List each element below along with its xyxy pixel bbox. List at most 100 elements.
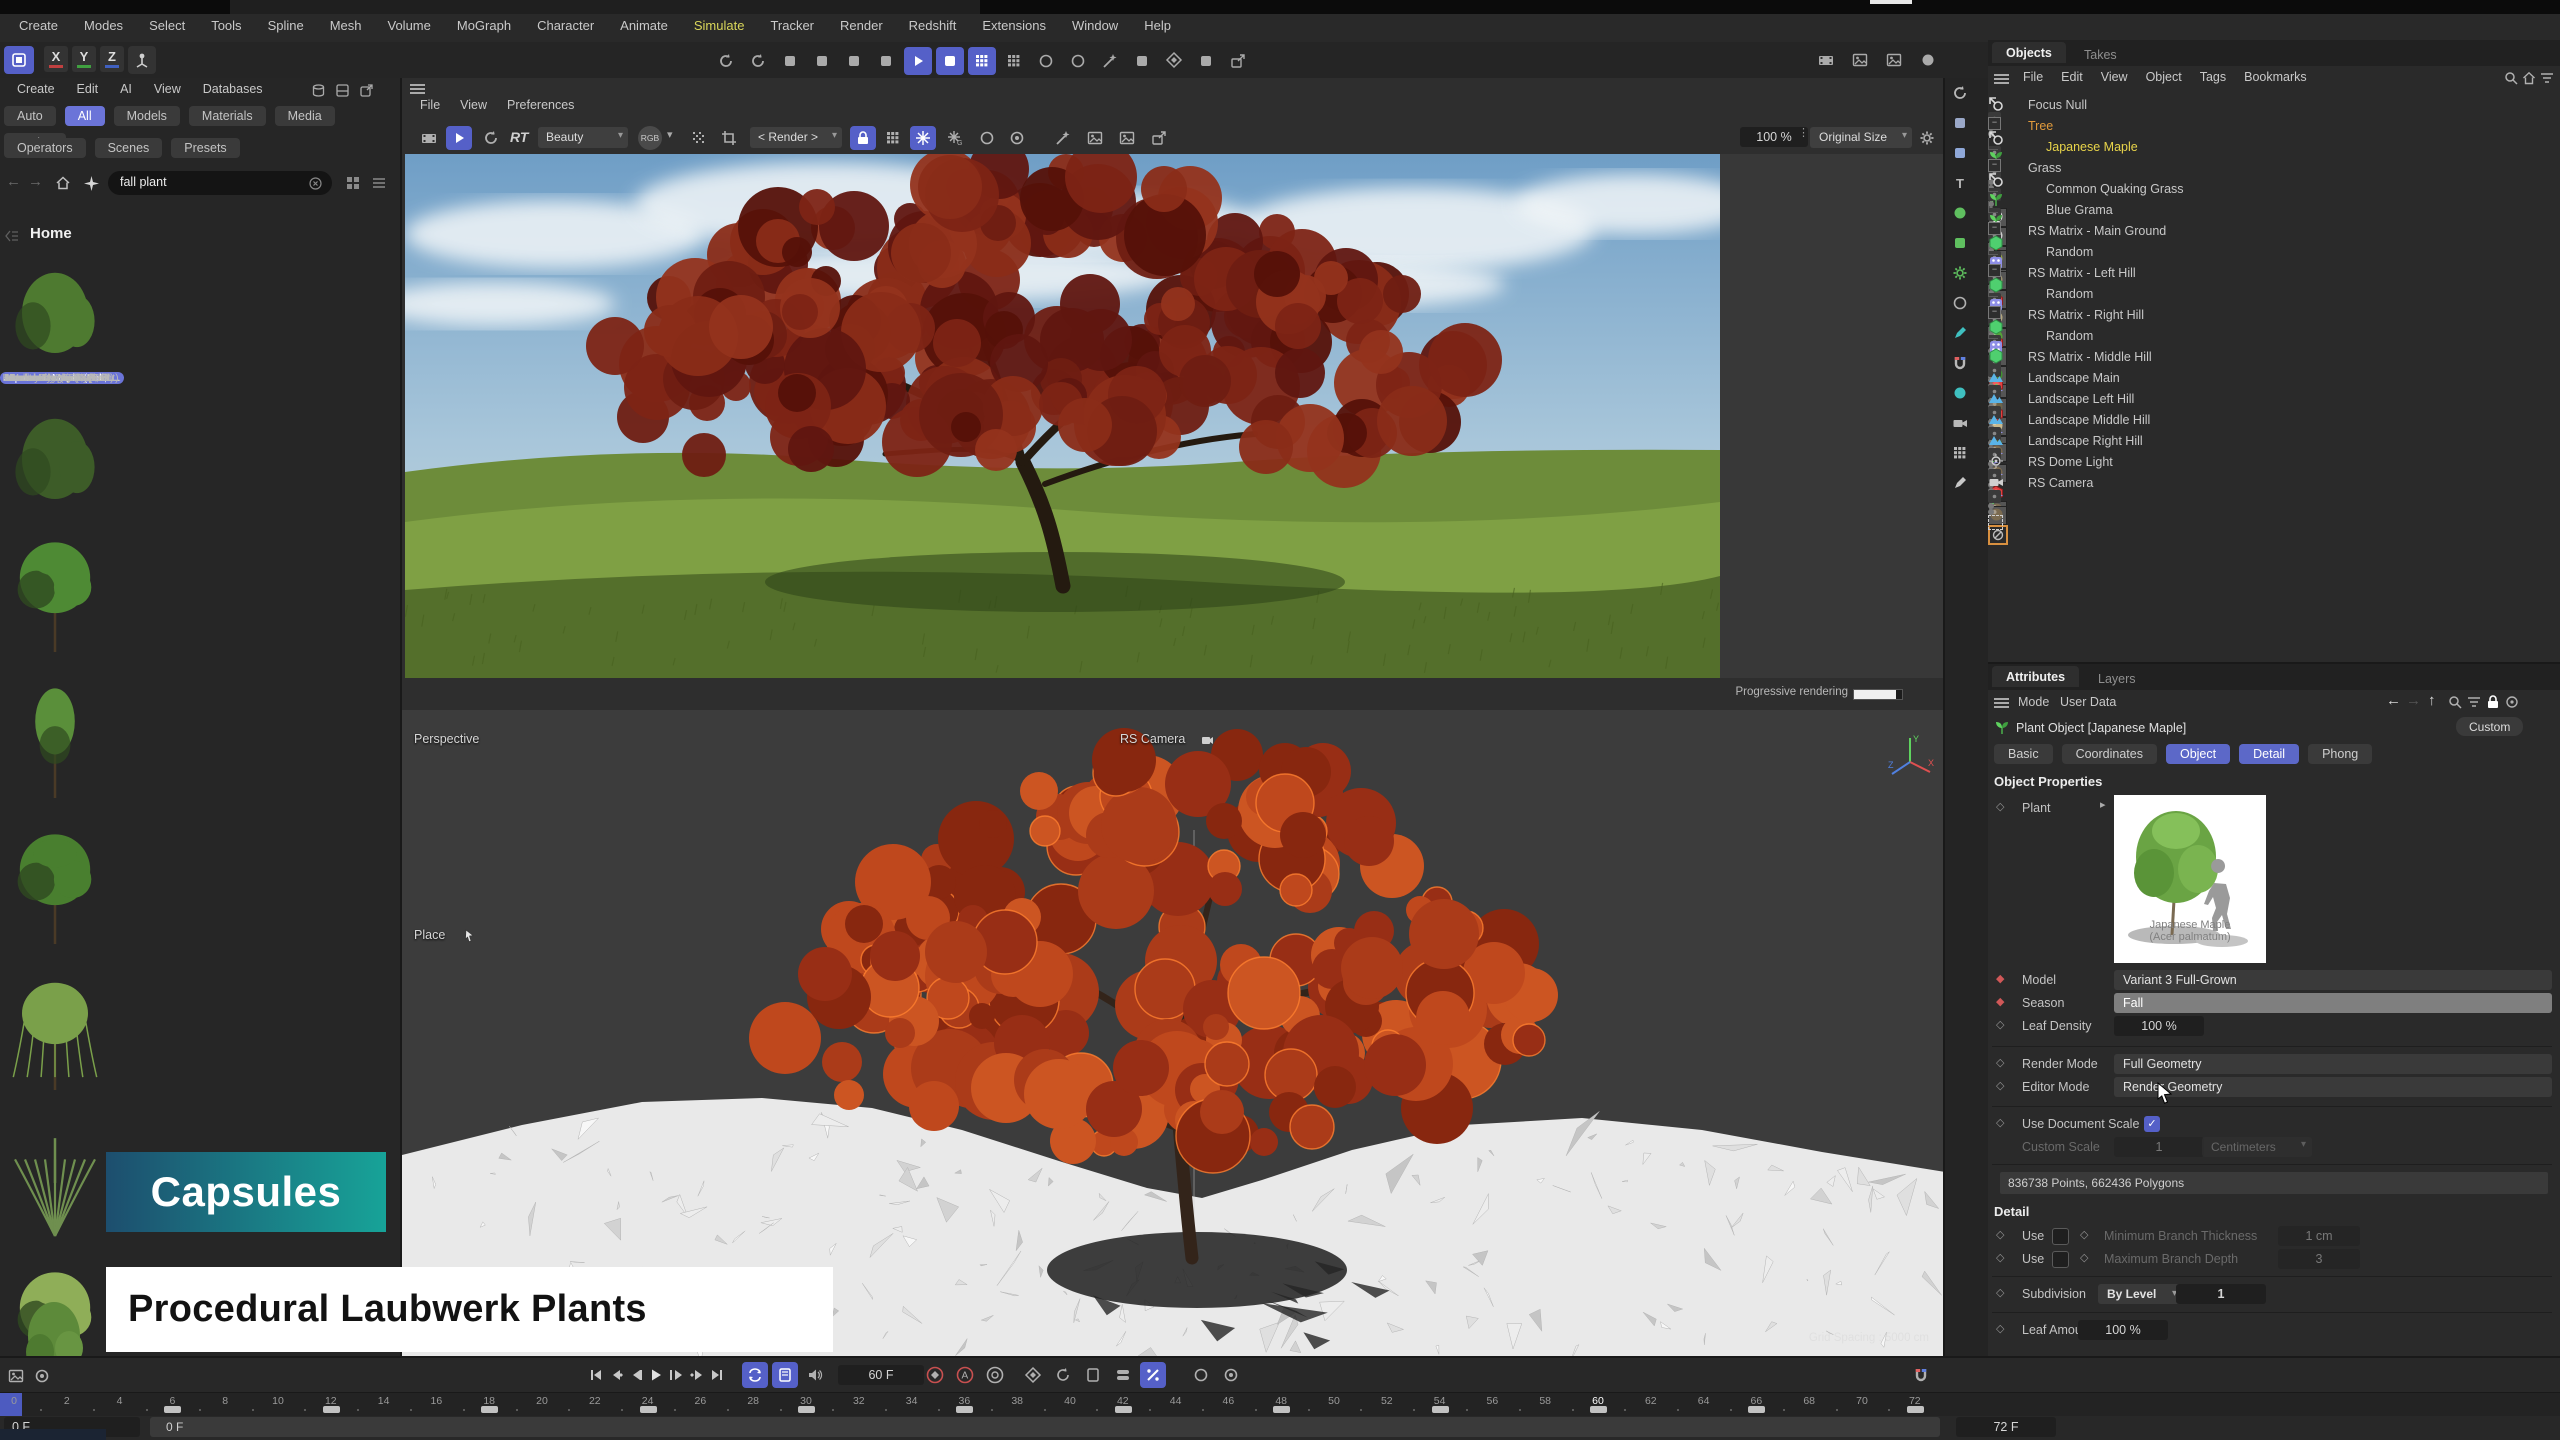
leaf-amount-field[interactable]: 100 % [2078, 1320, 2168, 1340]
menu-tools[interactable]: Tools [198, 14, 254, 37]
snap-magnet-icon[interactable] [1908, 1362, 1934, 1388]
attr-tab-object[interactable]: Object [2166, 744, 2230, 764]
object-label[interactable]: Landscape Middle Hill [2028, 413, 2150, 427]
keyframe-mark[interactable] [164, 1406, 181, 1413]
object-label[interactable]: Landscape Left Hill [2028, 392, 2134, 406]
object-row-japanese-maple-2[interactable]: Japanese Maple✓ [1988, 138, 2560, 159]
ab-menu-create[interactable]: Create [6, 80, 66, 98]
film-icon[interactable] [416, 126, 442, 150]
object-row-rs-matrix-middle-hill-12[interactable]: RS Matrix - Middle Hill✓ [1988, 348, 2560, 369]
keyframe-settings-icon[interactable] [982, 1362, 1008, 1388]
attr-back-icon[interactable]: ← [2386, 692, 2401, 709]
attr-tab-phong[interactable]: Phong [2308, 744, 2372, 764]
menu-animate[interactable]: Animate [607, 14, 681, 37]
menu-render[interactable]: Render [827, 14, 896, 37]
wrench-gear-icon[interactable] [872, 47, 900, 75]
object-row-rs-dome-light-17[interactable]: RS Dome Light✓ [1988, 453, 2560, 474]
picture-icon[interactable] [1846, 46, 1874, 74]
grid-tool-icon[interactable] [1945, 438, 1975, 468]
attr-filter-icon[interactable] [2465, 693, 2483, 711]
plant-item-golden-weeping-willo[interactable]: Golden Weeping Willo… [0, 978, 124, 1124]
goto-end-button[interactable] [706, 1362, 726, 1388]
keyframe-mark[interactable] [1748, 1406, 1765, 1413]
keyframe-mark[interactable] [1907, 1406, 1924, 1413]
keyframe-mark[interactable] [956, 1406, 973, 1413]
menu-mograph[interactable]: MoGraph [444, 14, 524, 37]
filter-materials[interactable]: Materials [189, 106, 266, 126]
om-menu-edit[interactable]: Edit [2052, 68, 2092, 86]
magic-wand-icon[interactable] [1096, 47, 1124, 75]
render-settings-icon[interactable] [840, 47, 868, 75]
solo-on-icon[interactable] [1218, 1362, 1244, 1388]
menu-redshift[interactable]: Redshift [896, 14, 970, 37]
render-picture-viewer-icon[interactable] [808, 47, 836, 75]
tab-objects[interactable]: Objects [1992, 42, 2066, 63]
export-icon[interactable] [1224, 47, 1252, 75]
picture-add-icon[interactable] [1880, 46, 1908, 74]
om-menu-object[interactable]: Object [2137, 68, 2191, 86]
next-key-button[interactable] [686, 1362, 706, 1388]
attr-userdata-menu[interactable]: User Data [2060, 695, 2116, 709]
rv-menu-file[interactable]: File [410, 96, 450, 114]
object-row-rs-camera-18[interactable]: RS Camera [1988, 474, 2560, 495]
menu-simulate[interactable]: Simulate [681, 14, 758, 37]
attr-mode-menu[interactable]: Mode [2018, 695, 2049, 709]
expander-icon[interactable]: − [1988, 264, 2001, 277]
ab-menu-ai[interactable]: AI [109, 80, 143, 98]
clear-search-icon[interactable] [306, 174, 324, 192]
simulate-cache-icon[interactable] [936, 47, 964, 75]
object-label[interactable]: Blue Grama [2046, 203, 2113, 217]
object-row-random-7[interactable]: Random✓ [1988, 243, 2560, 264]
type-tool-icon[interactable]: T [1945, 168, 1975, 198]
snapshot-icon[interactable] [910, 126, 936, 150]
attr-target-icon[interactable] [2503, 693, 2521, 711]
cube-green-icon[interactable] [1945, 228, 1975, 258]
plant-thumbnail[interactable] [0, 540, 110, 658]
axis-y-button[interactable]: Y [72, 46, 96, 72]
refresh-icon[interactable] [478, 126, 504, 150]
menu-create[interactable]: Create [6, 14, 71, 37]
filter-media[interactable]: Media [275, 106, 335, 126]
keyframe-mark[interactable] [1432, 1406, 1449, 1413]
tab-layers[interactable]: Layers [2088, 669, 2146, 688]
record-keyframe-icon[interactable] [922, 1362, 948, 1388]
object-label[interactable]: Tree [2028, 119, 2053, 133]
coordinate-system-icon[interactable] [4, 46, 34, 74]
anim-dot-red[interactable]: ◆ [1996, 972, 2004, 985]
attr-tab-detail[interactable]: Detail [2239, 744, 2299, 764]
object-label[interactable]: RS Camera [2028, 476, 2093, 490]
object-label[interactable]: RS Matrix - Right Hill [2028, 308, 2144, 322]
menu-window[interactable]: Window [1059, 14, 1131, 37]
keyframe-mark[interactable] [1273, 1406, 1290, 1413]
object-row-tree-1[interactable]: −Tree [1988, 117, 2560, 138]
attr-tab-coordinates[interactable]: Coordinates [2062, 744, 2157, 764]
om-menu-bookmarks[interactable]: Bookmarks [2235, 68, 2316, 86]
plant-thumbnail[interactable] [0, 394, 110, 512]
filter-models[interactable]: Models [114, 106, 180, 126]
leaf-density-field[interactable]: 100 % [2114, 1016, 2204, 1036]
object-label[interactable]: Random [2046, 329, 2093, 343]
sphere-icon[interactable] [1914, 46, 1942, 74]
search-input[interactable]: fall plant [108, 171, 332, 195]
anim-dot[interactable]: ◇ [1996, 1116, 2004, 1129]
object-row-landscape-main-13[interactable]: Landscape Main✓ [1988, 369, 2560, 390]
keyframe-mark[interactable] [1115, 1406, 1132, 1413]
rv-menu-view[interactable]: View [450, 96, 497, 114]
camera-toggle-icon[interactable] [1988, 515, 2003, 530]
dot-toggle-icon[interactable] [1032, 47, 1060, 75]
play-render-icon[interactable] [446, 126, 472, 150]
key-position-icon[interactable] [1020, 1362, 1046, 1388]
sound-icon[interactable] [802, 1362, 828, 1388]
object-label[interactable]: Landscape Right Hill [2028, 434, 2143, 448]
plant-thumbnail[interactable] [0, 978, 110, 1096]
object-row-rs-matrix-main-ground-6[interactable]: −RS Matrix - Main Ground✓ [1988, 222, 2560, 243]
om-menu-file[interactable]: File [2014, 68, 2052, 86]
camera-cycle-icon[interactable] [1198, 731, 1216, 749]
layer-toggle-icon[interactable] [1988, 490, 2001, 503]
keyframe-mark[interactable] [323, 1406, 340, 1413]
use-document-scale-checkbox[interactable]: ✓ [2144, 1116, 2160, 1132]
tool-label[interactable]: Place [414, 928, 445, 942]
object-label[interactable]: Japanese Maple [2046, 140, 2138, 154]
object-label[interactable]: RS Dome Light [2028, 455, 2113, 469]
workplane-grid-icon[interactable] [1000, 47, 1028, 75]
